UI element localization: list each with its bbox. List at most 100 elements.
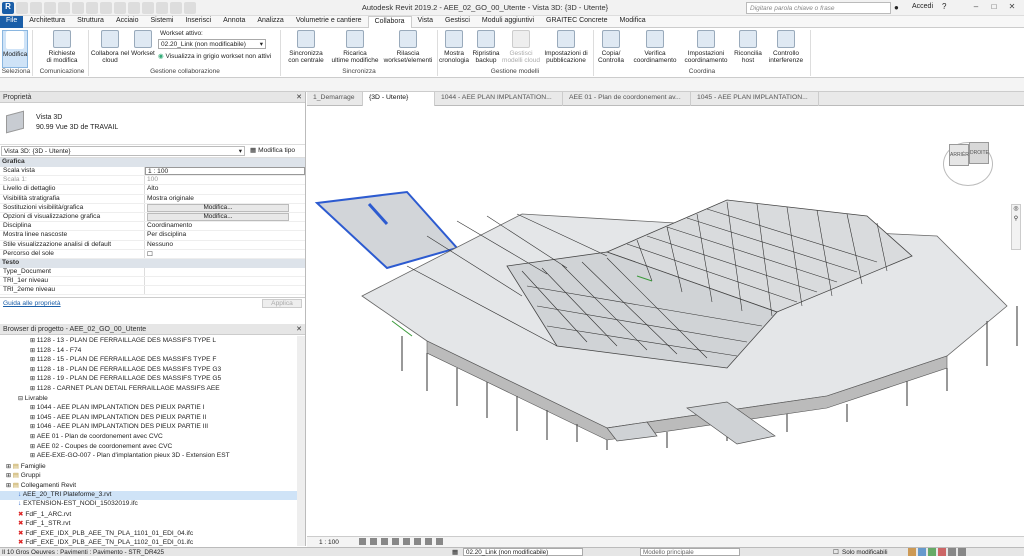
property-row[interactable]: Mostra linee nascoste Per disciplina [0, 231, 305, 241]
status-workset-dropdown[interactable]: 02.20_Link (non modificabile) [463, 548, 583, 556]
3d-viewport[interactable]: ARRIÈRE DROITE ◎ ⚲ [307, 106, 1024, 536]
section-icon[interactable] [142, 2, 154, 14]
tab-struttura[interactable]: Struttura [71, 16, 110, 28]
maximize-icon[interactable]: □ [986, 2, 1002, 14]
edit-type-button[interactable]: ▦ Modifica tipo [250, 146, 295, 154]
show-crop-icon[interactable] [414, 538, 421, 545]
temp-hide-icon[interactable] [436, 538, 443, 545]
save-icon[interactable] [30, 2, 42, 14]
tab-acciaio[interactable]: Acciaio [110, 16, 145, 28]
text-property-row[interactable]: TRI_2eme niveau [0, 286, 305, 296]
property-value[interactable]: Alto [145, 185, 305, 193]
browser-item[interactable]: ⊞ 1128 - CARNET PLAN DETAIL FERRAILLAGE … [0, 385, 305, 395]
tab-analizza[interactable]: Analizza [251, 16, 289, 28]
property-row[interactable]: Visibilità stratigrafia Mostra originale [0, 194, 305, 204]
coordination-review-button[interactable]: Verifica coordinamento [632, 30, 678, 64]
browser-item[interactable]: ⊞ 1128 - 13 - PLAN DE FERRAILLAGE DES MA… [0, 337, 305, 347]
browser-item[interactable]: ⊞ 1128 - 18 - PLAN DE FERRAILLAGE DES MA… [0, 366, 305, 376]
property-row[interactable]: Opzioni di visualizzazione grafica Modifi… [0, 212, 305, 223]
select-by-face-icon[interactable] [938, 548, 946, 556]
property-value[interactable] [145, 277, 305, 285]
status-model-dropdown[interactable]: Modello principale [640, 548, 740, 556]
tab-annota[interactable]: Annota [217, 16, 251, 28]
browser-scrollbar[interactable] [297, 336, 305, 546]
browser-item[interactable]: ⊞ AEE 02 - Coupes de coordonement avec C… [0, 443, 305, 453]
expand-icon[interactable]: ⊞ [6, 464, 13, 470]
select-underlay-icon[interactable] [918, 548, 926, 556]
tab-collabora[interactable]: Collabora [367, 16, 412, 28]
property-value[interactable]: Nessuno [145, 241, 305, 249]
relinquish-button[interactable]: Rilascia workset/elementi [382, 30, 434, 64]
expand-icon[interactable]: ⊞ [30, 453, 37, 459]
property-value[interactable]: Mostra originale [145, 195, 305, 203]
switch-windows-icon[interactable] [184, 2, 196, 14]
copy-monitor-button[interactable]: Copia/ Controlla [596, 30, 626, 64]
expand-icon[interactable]: ⊞ [30, 357, 37, 363]
expand-icon[interactable]: ⊞ [30, 405, 37, 411]
tab-vista[interactable]: Vista [412, 16, 439, 28]
sun-path-icon[interactable] [381, 538, 388, 545]
property-value[interactable]: Per disciplina [145, 231, 305, 239]
viewcube-right[interactable]: DROITE [969, 142, 989, 164]
reconcile-host-button[interactable]: Riconcilia host [732, 30, 764, 64]
property-value[interactable]: Modifica... [145, 203, 305, 212]
property-value[interactable]: Coordinamento [145, 222, 305, 230]
group-text-header[interactable]: Testo [0, 258, 305, 268]
interference-check-button[interactable]: Controllo interferenze [766, 30, 806, 64]
browser-item[interactable]: ⊞ 1128 - 14 - F74 [0, 347, 305, 357]
browser-item[interactable]: ✖ FdF_1_ARC.rvt [0, 510, 305, 520]
property-value[interactable]: 100 [145, 176, 305, 184]
properties-help-link[interactable]: Guida alle proprietà [3, 300, 61, 307]
browser-item[interactable]: ⊟ Livrable [0, 395, 305, 405]
expand-icon[interactable]: ⊞ [30, 424, 37, 430]
reload-latest-button[interactable]: Ricarica ultime modifiche [330, 30, 380, 64]
close-icon[interactable]: ✕ [296, 325, 302, 333]
property-row[interactable]: Scala 1: 100 [0, 176, 305, 186]
redo-icon[interactable] [72, 2, 84, 14]
workset-button[interactable]: Workset [130, 30, 156, 57]
manage-cloud-models-button[interactable]: Gestisci modelli cloud [502, 30, 540, 64]
view-tab[interactable]: 1_Demarrage [307, 92, 363, 106]
close-icon[interactable]: ✕ [1004, 2, 1020, 14]
expand-icon[interactable]: ⊞ [30, 348, 37, 354]
steering-wheel-icon[interactable]: ◎ [1012, 205, 1020, 215]
property-row[interactable]: Percorso del sole ☐ [0, 249, 305, 259]
viewcube[interactable]: ARRIÈRE DROITE [937, 134, 999, 196]
view-tab[interactable]: AEE 01 - Plan de coordonement av... [563, 92, 691, 106]
revit-logo-icon[interactable]: R [2, 2, 14, 14]
collab-cloud-button[interactable]: Collabora nel cloud [90, 30, 130, 64]
select-links-icon[interactable] [908, 548, 916, 556]
visual-style-icon[interactable] [370, 538, 377, 545]
view-scale[interactable]: 1 : 100 [319, 539, 339, 546]
requests-button[interactable]: Richieste di modifica [40, 30, 84, 64]
help-icon[interactable]: ? [942, 2, 946, 11]
expand-icon[interactable]: ⊞ [6, 483, 13, 489]
expand-icon[interactable]: ⊟ [18, 396, 25, 402]
browser-item[interactable]: ⊞ AEE-EXE-GO-007 - Plan d'implantation p… [0, 452, 305, 462]
browser-item[interactable]: ⊞ 1045 - AEE PLAN IMPLANTATION DES PIEUX… [0, 414, 305, 424]
type-selector[interactable]: Vista 3D 90.99 Vue 3D de TRAVAIL [0, 103, 305, 145]
browser-item[interactable]: ⊞ AEE 01 - Plan de coordonement avec CVC [0, 433, 305, 443]
restore-backup-button[interactable]: Ripristina backup [472, 30, 500, 64]
browser-item[interactable]: ↓ EXTENSION-EST_NODI_15032019.ifc [0, 500, 305, 510]
property-row[interactable]: Livello di dettaglio Alto [0, 185, 305, 195]
expand-icon[interactable]: ⊞ [30, 434, 37, 440]
instance-selector[interactable]: Vista 3D: {3D - Utente} ▾ [1, 146, 245, 156]
expand-icon[interactable]: ⊞ [30, 338, 37, 344]
browser-item[interactable]: ⊞ ▤ Gruppi [0, 471, 305, 481]
minimize-icon[interactable]: – [968, 2, 984, 14]
expand-icon[interactable]: ⊞ [30, 415, 37, 421]
expand-icon[interactable]: ⊞ [30, 367, 37, 373]
tab-inserisci[interactable]: Inserisci [179, 16, 217, 28]
view-tab[interactable]: 1045 - AEE PLAN IMPLANTATION... [691, 92, 819, 106]
tab-file[interactable]: File [0, 16, 24, 28]
text-icon[interactable] [114, 2, 126, 14]
3d-view-icon[interactable] [128, 2, 140, 14]
property-value[interactable] [145, 268, 305, 276]
property-value[interactable] [145, 286, 305, 294]
sync-icon[interactable] [44, 2, 56, 14]
text-property-row[interactable]: TRI_1er niveau [0, 277, 305, 287]
tab-architettura[interactable]: Architettura [23, 16, 71, 28]
browser-item[interactable]: ⊞ 1128 - 19 - PLAN DE FERRAILLAGE DES MA… [0, 375, 305, 385]
property-row[interactable]: Scala vista 1 : 100 [0, 167, 305, 177]
